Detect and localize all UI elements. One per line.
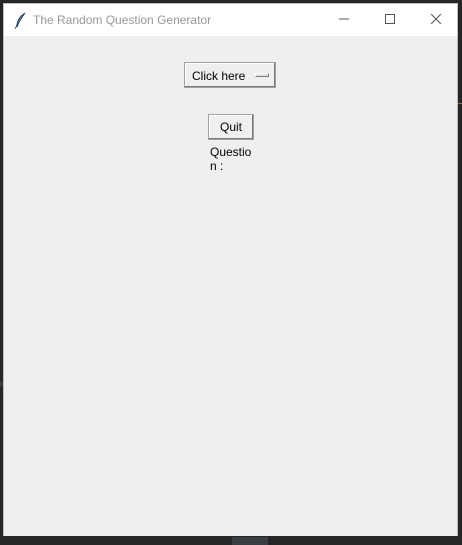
feather-icon xyxy=(13,12,27,29)
option-menu-indicator-icon xyxy=(255,73,269,77)
quit-button[interactable]: Quit xyxy=(208,114,254,140)
taskbar-fragment xyxy=(232,537,268,545)
minimize-button[interactable] xyxy=(321,4,367,36)
question-label: Question : xyxy=(210,145,252,173)
minimize-icon xyxy=(339,11,349,29)
option-menu-button[interactable]: Click here xyxy=(184,62,276,88)
background-accent xyxy=(458,103,462,104)
option-menu-label: Click here xyxy=(192,69,246,83)
maximize-icon xyxy=(385,11,395,29)
close-button[interactable] xyxy=(413,4,459,36)
window-title: The Random Question Generator xyxy=(33,13,212,27)
client-area: Click here Quit Question : xyxy=(4,36,457,536)
close-icon xyxy=(430,11,442,29)
maximize-button[interactable] xyxy=(367,4,413,36)
app-window: The Random Question Generator Click here… xyxy=(3,3,458,536)
title-bar[interactable]: The Random Question Generator xyxy=(4,4,457,36)
